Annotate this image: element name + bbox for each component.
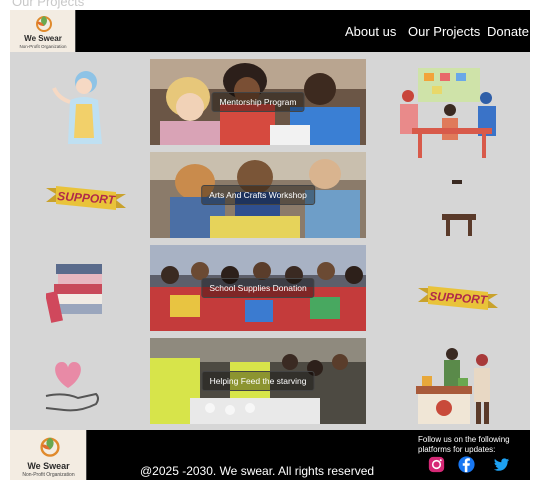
support-banner-icon: SUPPORT [46,186,126,210]
brand-name: We Swear [24,34,62,43]
project-title[interactable]: Mentorship Program [211,92,305,112]
page-tab-label: Our Projects [12,0,85,9]
project-title[interactable]: Helping Feed the starving [201,371,315,391]
project-card[interactable]: Helping Feed the starving [150,338,366,424]
brand-logo[interactable]: We Swear Non-Profit Organization [10,10,76,52]
footer-brand-name: We Swear [27,461,70,471]
team-meeting-icon [400,68,496,158]
top-navbar: We Swear Non-Profit Organization About u… [10,10,530,52]
stack-of-books-icon [46,264,102,323]
nav-donate[interactable]: Donate [487,24,529,39]
project-title[interactable]: School Supplies Donation [201,278,315,298]
footer-brand-logo[interactable]: We Swear Non-Profit Organization [10,430,87,480]
project-card[interactable]: Mentorship Program [150,59,366,145]
copyright-text: @2025 -2030. We swear. All rights reserv… [140,464,375,478]
twitter-icon[interactable] [493,456,510,473]
follow-us-text: Follow us on the following platforms for… [418,435,510,454]
project-card[interactable]: Arts And Crafts Workshop [150,152,366,238]
project-card[interactable]: School Supplies Donation [150,245,366,331]
stool-icon [442,180,476,236]
footer: We Swear Non-Profit Organization @2025 -… [10,430,530,480]
nav-projects[interactable]: Our Projects [408,24,480,39]
instagram-icon[interactable] [428,456,445,473]
project-title[interactable]: Arts And Crafts Workshop [201,185,315,205]
leaf-logo-icon [40,437,60,457]
facebook-icon[interactable] [458,456,475,473]
heart-in-hand-icon [45,362,99,412]
leaf-logo-icon [36,16,52,32]
footer-brand-tagline: Non-Profit Organization [22,472,75,478]
food-donation-icon [416,348,490,424]
woman-apron-icon [52,71,102,144]
support-banner-icon: SUPPORT [418,286,498,310]
brand-tagline: Non-Profit Organization [19,44,67,49]
nav-about[interactable]: About us [345,24,396,39]
